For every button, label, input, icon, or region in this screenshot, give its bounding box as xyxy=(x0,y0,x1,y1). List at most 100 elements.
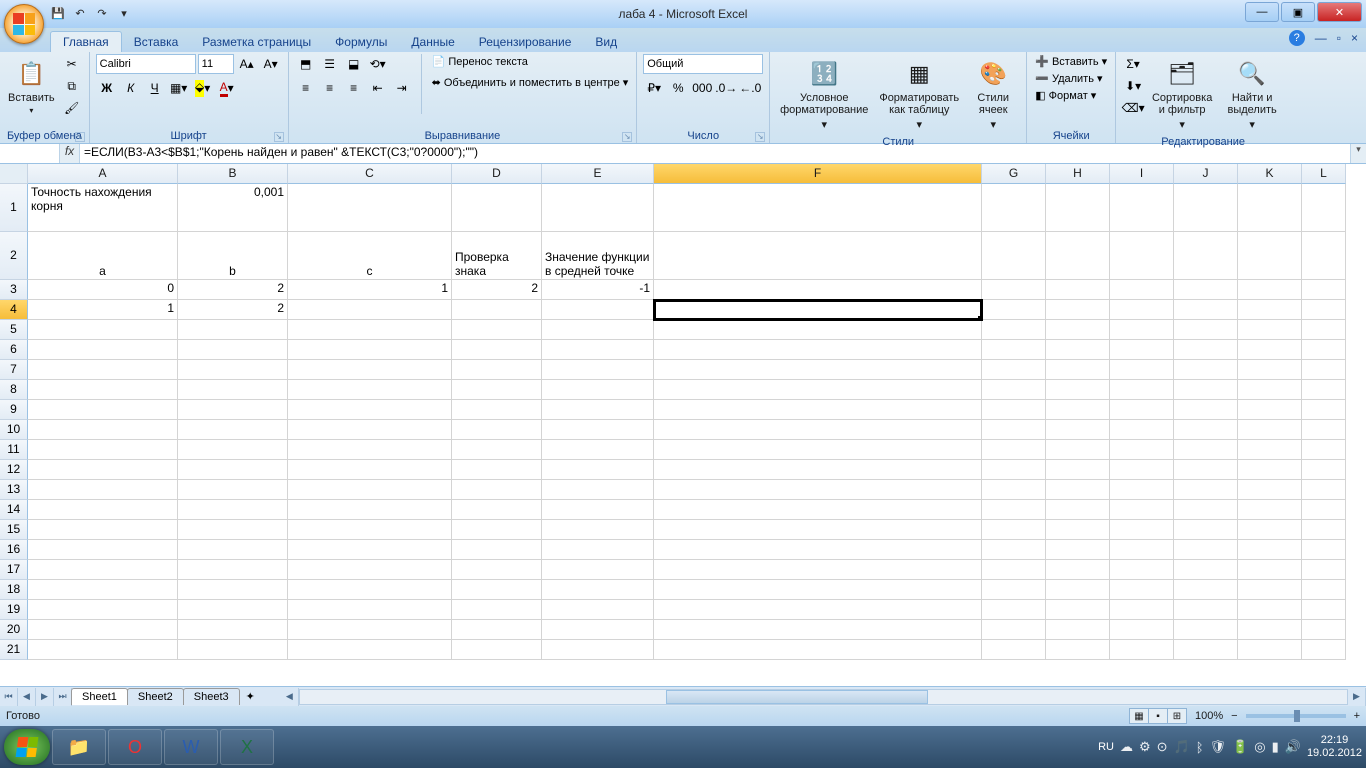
cell[interactable] xyxy=(982,520,1046,540)
cell[interactable] xyxy=(982,380,1046,400)
cell[interactable]: 1 xyxy=(288,280,452,300)
currency-icon[interactable]: ₽▾ xyxy=(643,78,665,98)
cell[interactable] xyxy=(1110,400,1174,420)
orientation-icon[interactable]: ⟲▾ xyxy=(367,54,389,74)
cell[interactable] xyxy=(28,620,178,640)
delete-cells-button[interactable]: ➖Удалить ▾ xyxy=(1033,71,1109,86)
tray-icon[interactable]: ⚙ xyxy=(1139,739,1151,755)
column-header[interactable]: G xyxy=(982,164,1046,184)
cell[interactable] xyxy=(1174,560,1238,580)
cell[interactable] xyxy=(1046,320,1110,340)
tray-icon[interactable]: ⊙ xyxy=(1157,739,1168,755)
cell[interactable] xyxy=(1174,320,1238,340)
zoom-out-icon[interactable]: − xyxy=(1231,710,1237,722)
cell[interactable] xyxy=(1046,500,1110,520)
align-top-icon[interactable]: ⬒ xyxy=(295,54,317,74)
cell[interactable] xyxy=(28,460,178,480)
find-select-button[interactable]: 🔍 Найти и выделить ▾ xyxy=(1220,54,1284,135)
cell[interactable] xyxy=(1174,184,1238,232)
cell[interactable] xyxy=(654,580,982,600)
cell[interactable] xyxy=(982,540,1046,560)
cell[interactable] xyxy=(654,320,982,340)
cut-icon[interactable]: ✂ xyxy=(61,54,83,74)
cell[interactable] xyxy=(542,540,654,560)
cell[interactable] xyxy=(178,440,288,460)
cell[interactable] xyxy=(542,620,654,640)
cell[interactable] xyxy=(28,400,178,420)
font-launcher[interactable]: ↘ xyxy=(274,132,284,142)
cell[interactable] xyxy=(1046,340,1110,360)
formula-expand-icon[interactable]: ▾ xyxy=(1350,144,1366,163)
cell[interactable] xyxy=(654,600,982,620)
cell[interactable] xyxy=(288,560,452,580)
cell[interactable] xyxy=(178,340,288,360)
row-header[interactable]: 12 xyxy=(0,460,28,480)
cell[interactable] xyxy=(1046,620,1110,640)
cell[interactable] xyxy=(28,320,178,340)
cell[interactable] xyxy=(452,480,542,500)
cell[interactable] xyxy=(1046,480,1110,500)
row-header[interactable]: 15 xyxy=(0,520,28,540)
help-icon[interactable]: ? xyxy=(1289,30,1305,46)
cell[interactable] xyxy=(542,184,654,232)
row-header[interactable]: 13 xyxy=(0,480,28,500)
cell[interactable] xyxy=(982,232,1046,280)
cell[interactable] xyxy=(1110,232,1174,280)
row-header[interactable]: 17 xyxy=(0,560,28,580)
underline-button[interactable]: Ч xyxy=(144,78,166,98)
cell[interactable] xyxy=(288,580,452,600)
cell[interactable] xyxy=(982,184,1046,232)
cell[interactable] xyxy=(1110,460,1174,480)
cell-styles-button[interactable]: 🎨 Стили ячеек ▾ xyxy=(966,54,1020,135)
tab-home[interactable]: Главная xyxy=(50,31,122,52)
select-all-corner[interactable] xyxy=(0,164,28,184)
column-header[interactable]: L xyxy=(1302,164,1346,184)
column-header[interactable]: F xyxy=(654,164,982,184)
cell[interactable] xyxy=(1302,300,1346,320)
cell[interactable] xyxy=(452,520,542,540)
cell[interactable] xyxy=(1110,184,1174,232)
office-button[interactable] xyxy=(4,4,44,44)
cell[interactable] xyxy=(1238,280,1302,300)
cell[interactable] xyxy=(1110,600,1174,620)
cell[interactable] xyxy=(1174,600,1238,620)
cell[interactable] xyxy=(1302,420,1346,440)
row-header[interactable]: 4 xyxy=(0,300,28,320)
cell[interactable] xyxy=(178,320,288,340)
cell[interactable] xyxy=(654,280,982,300)
cell[interactable] xyxy=(1302,640,1346,660)
cell[interactable] xyxy=(542,560,654,580)
cell[interactable] xyxy=(1046,600,1110,620)
cell[interactable] xyxy=(1238,520,1302,540)
cell[interactable] xyxy=(28,500,178,520)
cell[interactable]: Проверка знака xyxy=(452,232,542,280)
cell[interactable] xyxy=(178,400,288,420)
cell[interactable] xyxy=(1174,500,1238,520)
cell[interactable] xyxy=(452,300,542,320)
cell[interactable] xyxy=(1046,580,1110,600)
cell[interactable] xyxy=(982,340,1046,360)
cell[interactable] xyxy=(28,540,178,560)
cell[interactable] xyxy=(1302,280,1346,300)
cell[interactable] xyxy=(1302,560,1346,580)
row-header[interactable]: 14 xyxy=(0,500,28,520)
cell[interactable] xyxy=(452,460,542,480)
cell[interactable] xyxy=(1238,440,1302,460)
row-header[interactable]: 21 xyxy=(0,640,28,660)
row-header[interactable]: 7 xyxy=(0,360,28,380)
taskbar-explorer-icon[interactable]: 📁 xyxy=(52,729,106,765)
cell[interactable] xyxy=(452,420,542,440)
cell[interactable] xyxy=(654,380,982,400)
cell[interactable] xyxy=(178,460,288,480)
tab-insert[interactable]: Вставка xyxy=(122,32,191,52)
tab-view[interactable]: Вид xyxy=(583,32,629,52)
cell[interactable] xyxy=(1110,360,1174,380)
cell[interactable] xyxy=(1174,232,1238,280)
close-button[interactable]: ✕ xyxy=(1317,2,1362,22)
cell[interactable] xyxy=(1046,360,1110,380)
cell[interactable] xyxy=(178,540,288,560)
cell[interactable]: a xyxy=(28,232,178,280)
percent-icon[interactable]: % xyxy=(667,78,689,98)
tray-icon[interactable]: 🎵 xyxy=(1174,739,1190,755)
cell[interactable] xyxy=(1174,300,1238,320)
